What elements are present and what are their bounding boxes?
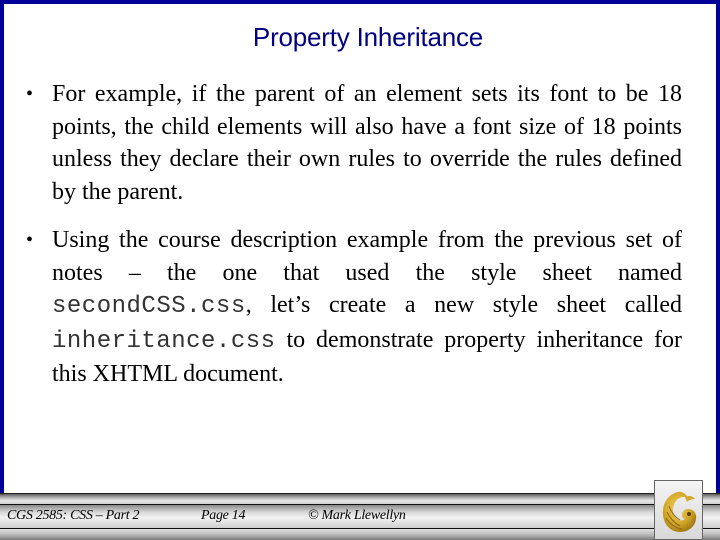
slide-title: Property Inheritance <box>252 22 484 52</box>
bullet-item: • Using the course description example f… <box>26 224 682 391</box>
logo-box <box>654 480 703 540</box>
bullet-icon: • <box>26 83 34 105</box>
slide: Property Inheritance • For example, if t… <box>0 0 720 540</box>
bullet-item: • For example, if the parent of an eleme… <box>26 78 682 208</box>
bullet-text: For example, if the parent of an element… <box>52 81 682 205</box>
footer-band-bottom <box>0 529 720 540</box>
footer-page-number: Page 14 <box>201 508 246 523</box>
code-filename-secondcss: secondCSS.css <box>52 293 246 320</box>
ucf-pegasus-logo-icon <box>662 491 697 532</box>
bullet-icon: • <box>26 229 34 251</box>
footer-course: CGS 2585: CSS – Part 2 <box>7 508 140 523</box>
bullet-text-before: Using the course description example fro… <box>52 227 682 286</box>
footer-bar: CGS 2585: CSS – Part 2 Page 14 © Mark Ll… <box>0 493 720 540</box>
code-filename-inheritance: inheritance.css <box>52 327 276 355</box>
bullet-list: • For example, if the parent of an eleme… <box>26 78 682 407</box>
footer-author: © Mark Llewellyn <box>308 508 406 523</box>
footer-band-top <box>0 493 720 505</box>
bullet-text-middle: , let’s create a new style sheet called <box>245 292 682 318</box>
